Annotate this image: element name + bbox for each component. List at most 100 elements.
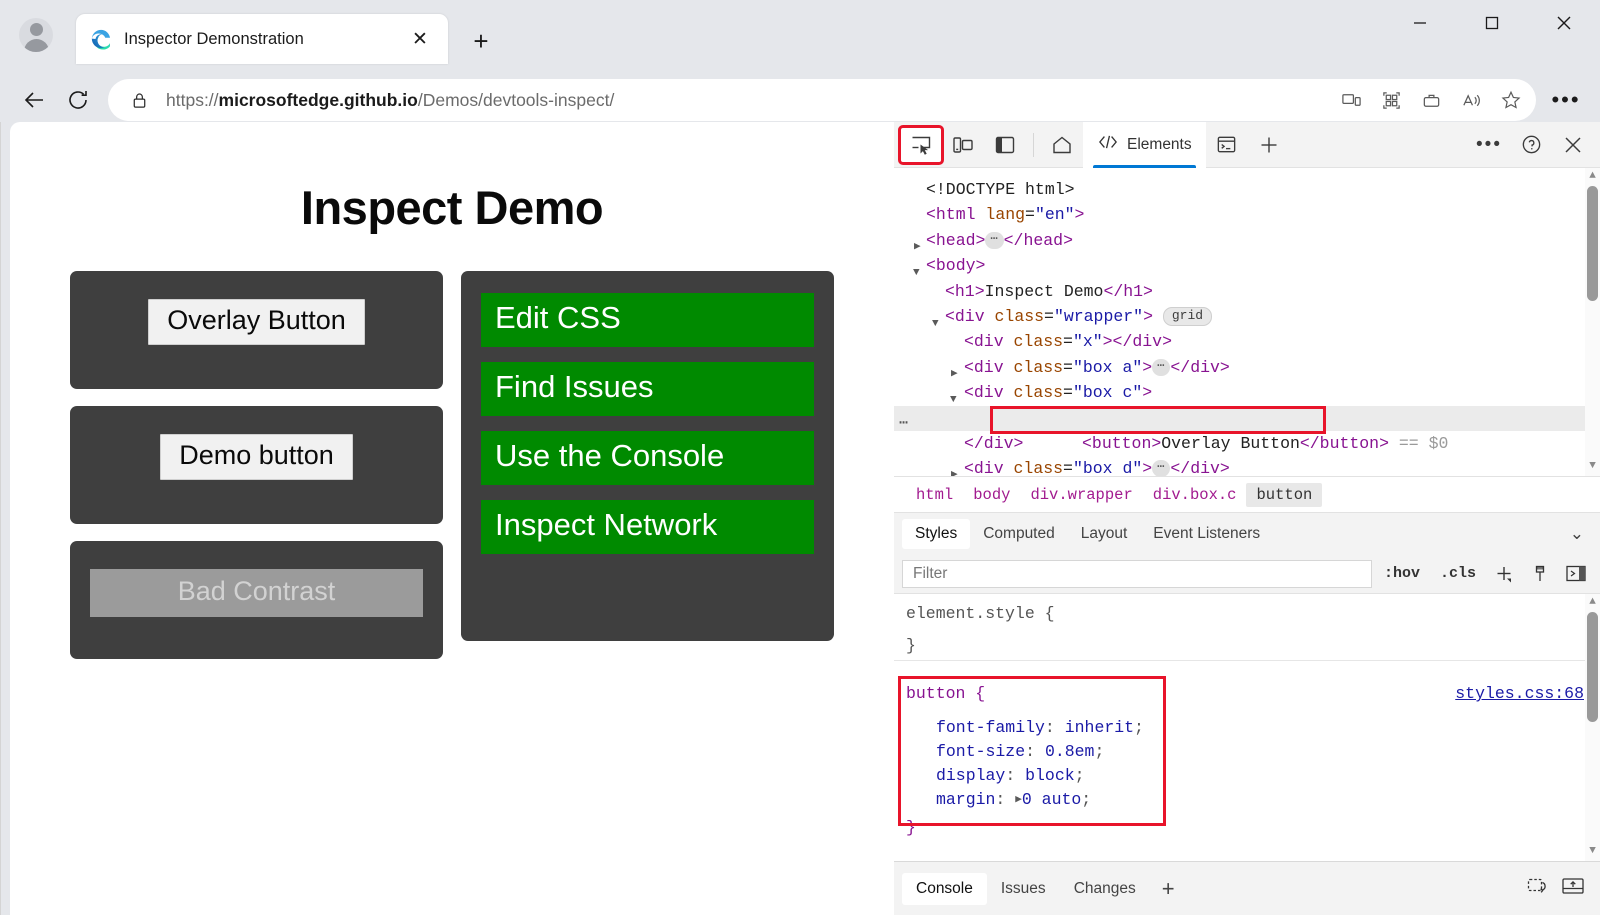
dom-line-box-d[interactable]: ▶<div class="box d">⋯</div> [894,456,1600,476]
chevron-down-icon[interactable]: ⌄ [1570,524,1600,544]
demo-button[interactable]: Demo button [160,434,353,480]
tab-event-listeners[interactable]: Event Listeners [1140,519,1273,549]
box-b: Edit CSS Find Issues Use the Console Ins… [461,271,834,641]
split-screen-icon[interactable] [1332,81,1370,119]
browser-tab[interactable]: Inspector Demonstration ✕ [76,14,448,64]
collections-grid-icon[interactable] [1372,81,1410,119]
dock-side-icon[interactable] [985,128,1025,162]
dom-line-button-selected[interactable]: ⋯<button>Overlay Button</button> == $0 [894,406,1600,431]
grid-badge[interactable]: grid [1163,307,1212,326]
dom-line-doctype[interactable]: <!DOCTYPE html> [894,177,1600,202]
dom-line-head[interactable]: ▶<head>⋯</head> [894,228,1600,253]
read-aloud-icon[interactable] [1452,81,1490,119]
computed-sidebar-icon[interactable] [1560,560,1592,588]
overlay-button[interactable]: Overlay Button [148,299,365,345]
right-column: Edit CSS Find Issues Use the Console Ins… [461,271,834,676]
drawer-actions [1526,875,1600,902]
console-drawer-tabstrip: Console Issues Changes + [894,861,1600,915]
minimize-icon[interactable] [1384,0,1456,46]
cls-toggle-button[interactable]: .cls [1432,561,1484,586]
bad-contrast-button[interactable]: Bad Contrast [90,569,423,617]
inspect-element-icon[interactable] [901,128,941,162]
tab-changes[interactable]: Changes [1060,873,1150,905]
reload-icon[interactable] [56,78,100,122]
dom-line-h1[interactable]: <h1>Inspect Demo</h1> [894,279,1600,304]
filter-input[interactable]: Filter [902,560,1372,588]
address-bar[interactable]: https://microsoftedge.github.io/Demos/de… [108,79,1536,121]
url-text: https://microsoftedge.github.io/Demos/de… [166,90,1332,111]
new-tab-button[interactable]: + [462,22,500,60]
styles-scroll-up-icon[interactable]: ▲ [1587,597,1598,608]
maximize-icon[interactable] [1456,0,1528,46]
back-icon[interactable] [12,78,56,122]
add-panel-button[interactable] [1249,128,1289,162]
dom-line-wrapper[interactable]: ▼<div class="wrapper"> grid [894,304,1600,329]
scroll-up-icon[interactable]: ▲ [1587,171,1598,182]
tab-issues[interactable]: Issues [987,873,1060,905]
inspect-network-button[interactable]: Inspect Network [481,500,814,554]
dom-line-box-c[interactable]: ▼<div class="box c"> [894,380,1600,405]
scroll-down-icon[interactable]: ▼ [1587,461,1598,472]
edge-logo-icon [90,28,112,50]
dom-line-close-div[interactable]: </div> [894,431,1600,456]
add-style-rule-icon[interactable] [1488,560,1520,588]
dom-scrollbar[interactable]: ▲ ▼ [1585,168,1600,476]
home-icon[interactable] [1042,128,1082,162]
tab-console[interactable]: Console [902,873,987,905]
dom-line-box-a[interactable]: ▶<div class="box a">⋯</div> [894,355,1600,380]
breadcrumb-html[interactable]: html [906,483,963,507]
dom-scroll-thumb[interactable] [1587,186,1598,301]
tab-styles[interactable]: Styles [902,519,970,549]
new-snippet-icon[interactable] [1526,875,1550,902]
tab-layout[interactable]: Layout [1068,519,1141,549]
dom-line-body[interactable]: ▼<body> [894,253,1600,278]
styles-rules-pane[interactable]: element.style { } button { styles.css:68… [894,594,1600,861]
find-issues-button[interactable]: Find Issues [481,362,814,416]
hov-toggle-button[interactable]: :hov [1376,561,1428,586]
tab-elements[interactable]: Elements [1083,122,1206,168]
console-panel-icon[interactable] [1207,128,1247,162]
drawer-add-tab-button[interactable]: + [1150,874,1187,904]
css-element-style-open[interactable]: element.style { [894,602,1600,626]
devtools-toolbar: Elements ••• [894,122,1600,168]
dom-line-html[interactable]: <html lang="en"> [894,202,1600,227]
page-title: Inspect Demo [70,180,834,235]
element-state-pseudo-icon[interactable] [1524,560,1556,588]
styles-scroll-down-icon[interactable]: ▼ [1587,846,1598,857]
breadcrumb: html body div.wrapper div.box.c button [894,476,1600,512]
breadcrumb-div-wrapper[interactable]: div.wrapper [1020,483,1142,507]
dom-tree[interactable]: <!DOCTYPE html> <html lang="en"> ▶<head>… [894,168,1600,476]
box-d: Bad Contrast [70,541,443,659]
content-area: Inspect Demo Overlay Button Demo button … [0,122,1600,915]
help-icon[interactable] [1511,128,1551,162]
window-controls [1384,0,1600,46]
devtools-more-icon[interactable]: ••• [1469,128,1509,162]
dock-drawer-icon[interactable] [1560,875,1586,902]
page-viewport: Inspect Demo Overlay Button Demo button … [10,122,894,915]
devtools-edge [0,122,1,915]
edit-css-button[interactable]: Edit CSS [481,293,814,347]
titlebar: Inspector Demonstration ✕ + [0,0,1600,72]
browser-settings-button[interactable]: ••• [1544,78,1588,122]
breadcrumb-button[interactable]: button [1246,483,1322,507]
styles-scrollbar[interactable]: ▲ ▼ [1585,594,1600,861]
favorite-star-icon[interactable] [1492,81,1530,119]
use-the-console-button[interactable]: Use the Console [481,431,814,485]
style-source-link[interactable]: styles.css:68 [1455,682,1584,706]
close-window-icon[interactable] [1528,0,1600,46]
breadcrumb-div-box-c[interactable]: div.box.c [1143,483,1247,507]
close-icon[interactable]: ✕ [406,25,434,53]
css-rule-highlight-box [898,676,1166,826]
tab-computed[interactable]: Computed [970,519,1068,549]
css-element-style-close: } [894,626,1600,658]
styles-scroll-thumb[interactable] [1587,612,1598,722]
code-brackets-icon [1097,133,1119,156]
device-emulation-icon[interactable] [943,128,983,162]
tab-elements-label: Elements [1127,136,1192,154]
avatar [19,18,53,52]
browser-essentials-icon[interactable] [1412,81,1450,119]
devtools-close-icon[interactable] [1553,128,1593,162]
profile-button[interactable] [14,13,58,57]
breadcrumb-body[interactable]: body [963,483,1020,507]
dom-line-x[interactable]: <div class="x"></div> [894,329,1600,354]
